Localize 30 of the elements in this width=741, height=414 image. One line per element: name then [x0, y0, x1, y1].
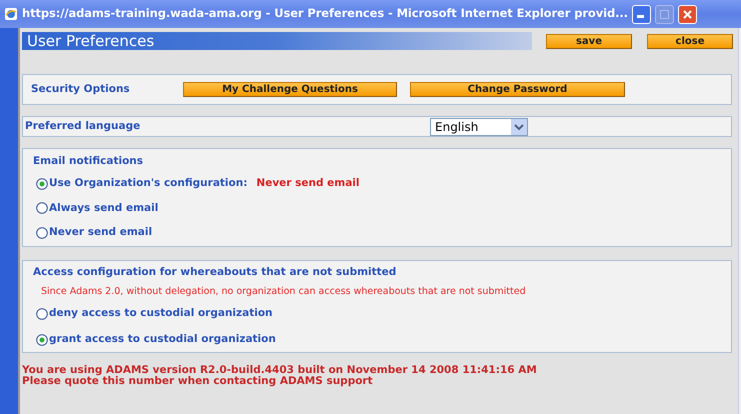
close-window-button[interactable] [678, 4, 697, 24]
warning-text: Since Adams 2.0, without delegation, no organization can access whereabouts that are not submitted [41, 284, 527, 299]
close-icon [682, 10, 692, 18]
page-title: User Preferences [22, 32, 532, 50]
option-label: Always send email [49, 200, 158, 216]
footer-text: You are using ADAMS version R2.0-build.4403 built on November 14 2008 11:41:16 AM [22, 365, 538, 376]
option-label: Use Organization's configuration: [49, 176, 248, 191]
browser-icon [4, 7, 18, 21]
radio-button[interactable] [36, 202, 48, 214]
section-title: Access configuration for whereabouts that are not submitted [33, 265, 398, 280]
close-button[interactable]: close [647, 34, 733, 48]
window-title: https://adams-training.wada-ama.org - User Preferences - Microsoft Internet Explorer provid... [22, 5, 628, 22]
radio-button[interactable] [36, 308, 48, 320]
option-label: grant access to custodial organization [49, 332, 276, 347]
minimize-button[interactable] [632, 4, 651, 24]
maximize-icon [660, 10, 669, 18]
change-password-button[interactable]: Change Password [410, 82, 625, 97]
radio-button[interactable] [36, 227, 48, 240]
section-title: Email notifications [33, 154, 144, 169]
option-note: Never send email [256, 176, 360, 191]
footer-text: Please quote this number when contacting ADAMS support [22, 376, 374, 387]
radio-button[interactable] [36, 178, 48, 190]
field-label: Preferred language [25, 118, 142, 134]
option-label: deny access to custodial organization [49, 306, 273, 321]
radio-button[interactable] [36, 334, 48, 346]
option-label: Never send email [49, 225, 152, 240]
save-button[interactable]: save [546, 34, 632, 48]
challenge-questions-button[interactable]: My Challenge Questions [183, 82, 397, 97]
language-dropdown[interactable]: English [430, 118, 528, 136]
section-label: Security Options [31, 82, 131, 97]
